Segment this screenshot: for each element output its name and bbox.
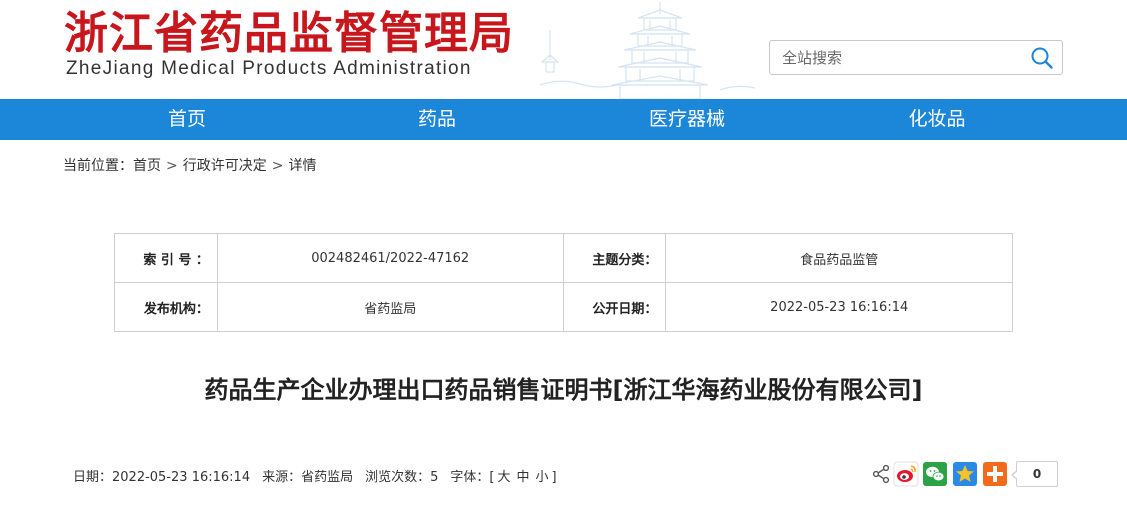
publish-date-label: 公开日期： bbox=[562, 282, 667, 332]
category-value: 食品药品监管 bbox=[665, 233, 1013, 283]
breadcrumb-separator: > bbox=[166, 158, 178, 174]
source-value: 省药监局 bbox=[301, 470, 354, 485]
views-value: 5 bbox=[430, 470, 439, 485]
breadcrumb-item-home[interactable]: 首页 bbox=[133, 155, 161, 175]
article-title: 药品生产企业办理出口药品销售证明书[浙江华海药业股份有限公司] bbox=[204, 376, 923, 404]
date-label: 日期： bbox=[73, 470, 113, 485]
weibo-icon[interactable] bbox=[893, 461, 919, 487]
font-small-button[interactable]: 小 bbox=[536, 466, 549, 485]
index-number-value: 002482461/2022-47162 bbox=[216, 233, 564, 283]
source-label: 来源： bbox=[262, 470, 302, 485]
publisher-value: 省药监局 bbox=[216, 282, 564, 332]
meta-row: 发布机构： 省药监局 公开日期： 2022-05-23 16:16:14 bbox=[114, 282, 1013, 332]
document-meta-table: 索 引 号 ： 002482461/2022-47162 主题分类： 食品药品监… bbox=[114, 233, 1013, 332]
nav-item-drugs[interactable]: 药品 bbox=[357, 99, 517, 140]
article-info-bar: 日期：2022-05-23 16:16:14 来源：省药监局 浏览次数：5 字体：[大… bbox=[73, 466, 557, 485]
search-icon[interactable] bbox=[1030, 46, 1054, 70]
breadcrumb-item-detail: 详情 bbox=[288, 158, 317, 174]
breadcrumb-separator: > bbox=[271, 158, 284, 174]
site-logo-subtitle: ZheJiang Medical Products Administration bbox=[66, 58, 472, 79]
search-box bbox=[769, 40, 1063, 75]
publish-date-value: 2022-05-23 16:16:14 bbox=[665, 282, 1013, 332]
search-input[interactable] bbox=[782, 47, 1022, 69]
nav-item-home[interactable]: 首页 bbox=[107, 99, 267, 140]
font-size-close: ] bbox=[551, 470, 557, 485]
share-count-badge: 0 bbox=[1011, 461, 1058, 487]
breadcrumb: 当前位置：首页 > 行政许可决定 > 详情 bbox=[63, 155, 316, 175]
font-large-button[interactable]: 大 bbox=[498, 466, 511, 485]
share-icon[interactable] bbox=[869, 461, 895, 487]
nav-item-cosmetics[interactable]: 化妆品 bbox=[857, 99, 1017, 140]
category-label: 主题分类： bbox=[562, 233, 667, 283]
index-number-label: 索 引 号 ： bbox=[114, 233, 218, 283]
date-value: 2022-05-23 16:16:14 bbox=[112, 470, 251, 485]
breadcrumb-prefix: 当前位置： bbox=[63, 158, 133, 174]
site-header: 浙江省药品监督管理局 ZheJiang Medical Products Adm… bbox=[0, 0, 1127, 99]
pagoda-watermark bbox=[539, 2, 756, 99]
more-share-icon[interactable] bbox=[982, 461, 1008, 487]
font-medium-button[interactable]: 中 bbox=[517, 466, 530, 485]
views-label: 浏览次数： bbox=[365, 470, 431, 485]
qzone-icon[interactable] bbox=[952, 461, 978, 487]
breadcrumb-item-license-decisions[interactable]: 行政许可决定 bbox=[183, 155, 267, 175]
main-nav: 首页 药品 医疗器械 化妆品 bbox=[0, 99, 1127, 140]
publisher-label: 发布机构： bbox=[114, 282, 218, 332]
site-logo-title[interactable]: 浙江省药品监督管理局 bbox=[64, 6, 514, 62]
wechat-icon[interactable] bbox=[922, 461, 948, 487]
font-size-label: 字体：[ bbox=[450, 470, 495, 485]
meta-row: 索 引 号 ： 002482461/2022-47162 主题分类： 食品药品监… bbox=[114, 233, 1013, 283]
nav-item-medical-devices[interactable]: 医疗器械 bbox=[607, 99, 767, 140]
